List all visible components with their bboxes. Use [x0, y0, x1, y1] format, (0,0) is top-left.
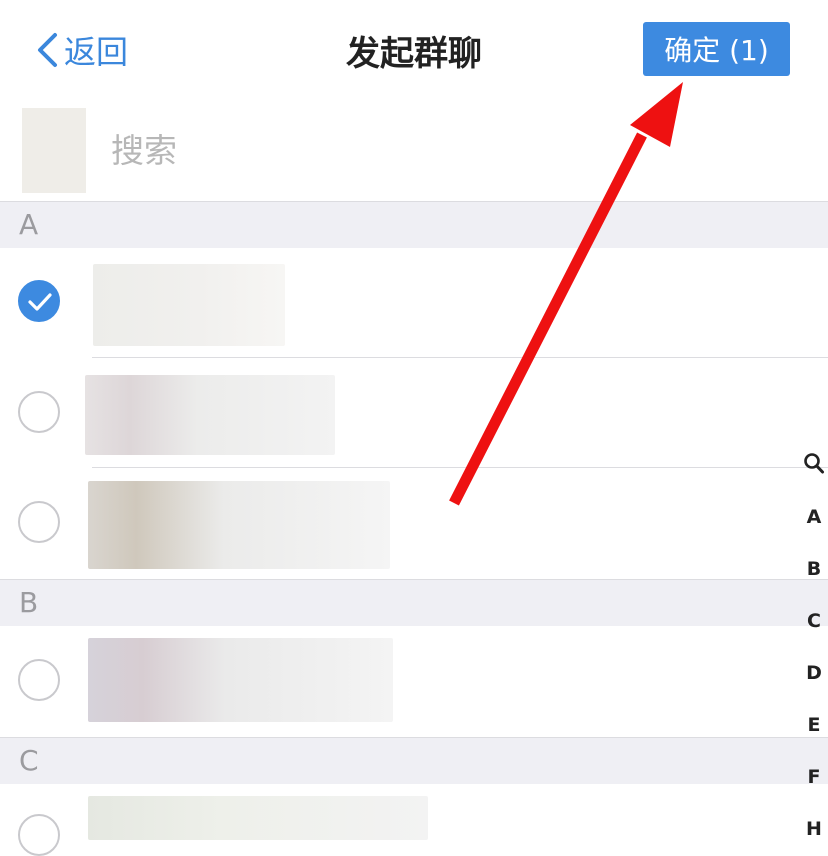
contact-row[interactable] [0, 248, 828, 358]
section-letter: C [19, 744, 39, 777]
chevron-left-icon [38, 33, 57, 67]
search-thumbnail [22, 108, 86, 193]
index-letter[interactable]: F [800, 766, 828, 788]
section-header-c: C [0, 737, 828, 784]
index-letter[interactable]: D [800, 662, 828, 684]
contact-row[interactable] [0, 626, 828, 736]
contact-avatar-blurred [88, 481, 390, 569]
search-icon [804, 453, 824, 474]
index-letter[interactable]: C [800, 610, 828, 632]
navigation-bar: 返回 发起群聊 确定 (1) [0, 0, 828, 96]
index-letter[interactable]: E [800, 714, 828, 736]
contact-checkbox-selected[interactable] [18, 280, 60, 322]
contact-checkbox[interactable] [18, 501, 60, 543]
contact-row[interactable] [0, 468, 828, 578]
section-letter: A [19, 208, 39, 241]
back-button[interactable]: 返回 [36, 28, 128, 72]
contact-avatar-blurred [93, 264, 285, 346]
section-letter: B [19, 586, 39, 619]
contact-checkbox[interactable] [18, 659, 60, 701]
contact-avatar-blurred [88, 796, 428, 840]
contact-avatar-blurred [85, 375, 335, 455]
contact-checkbox[interactable] [18, 391, 60, 433]
contact-avatar-blurred [88, 638, 393, 722]
contact-checkbox[interactable] [18, 814, 60, 856]
checkmark-icon [28, 293, 52, 311]
index-letter[interactable]: H [800, 818, 828, 840]
section-header-b: B [0, 579, 828, 626]
section-header-a: A [0, 201, 828, 248]
index-letter[interactable]: A [800, 506, 828, 528]
index-letter[interactable]: B [800, 558, 828, 580]
confirm-button[interactable]: 确定 (1) [643, 22, 790, 76]
index-search-icon[interactable] [800, 452, 828, 476]
contact-row[interactable] [0, 784, 828, 856]
back-label: 返回 [64, 33, 129, 71]
search-bar[interactable]: 搜索 [0, 100, 828, 200]
contact-row[interactable] [0, 358, 828, 468]
search-placeholder: 搜索 [111, 131, 177, 170]
